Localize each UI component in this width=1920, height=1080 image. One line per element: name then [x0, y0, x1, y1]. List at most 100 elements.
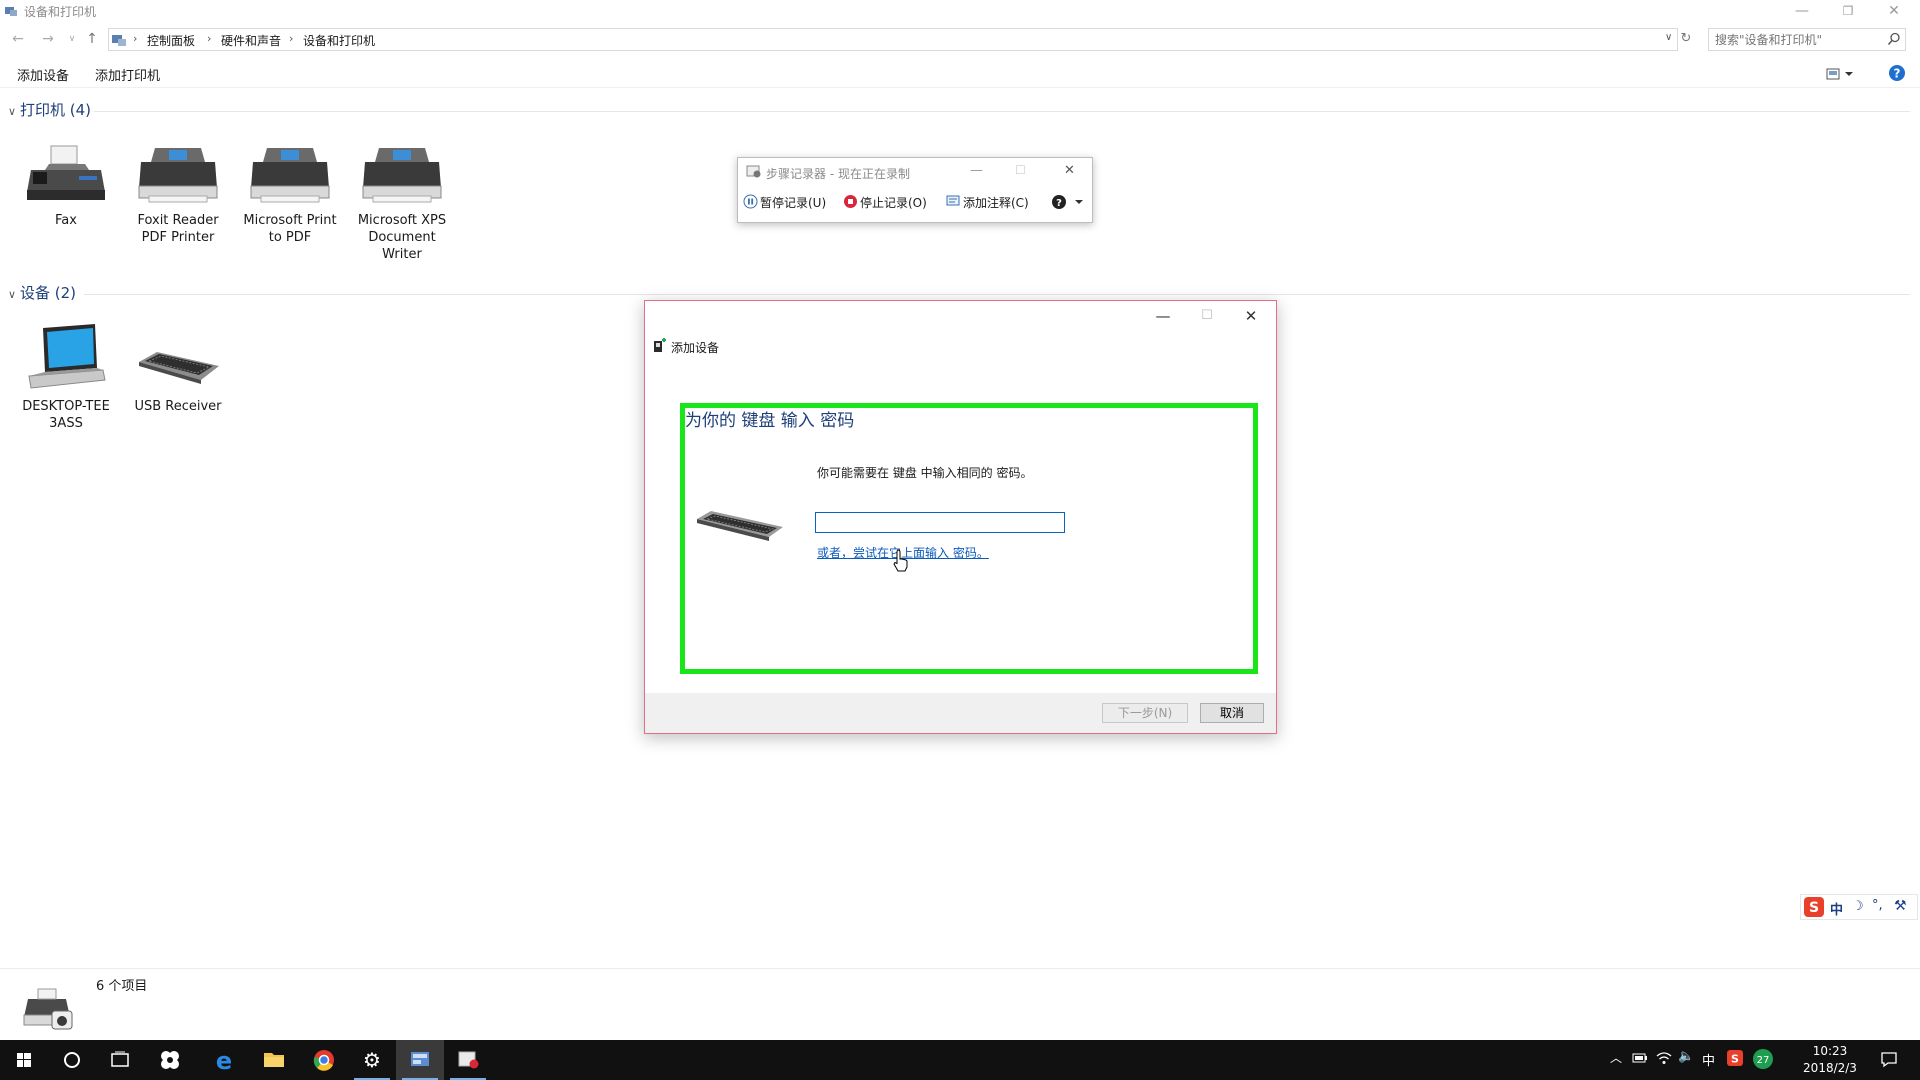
minimize-icon[interactable]: — [1780, 0, 1824, 22]
collapse-chevron-icon: ∨ [8, 288, 17, 301]
stop-record-icon[interactable] [843, 194, 858, 209]
printers-group-title: 打印机 (4) [20, 101, 92, 119]
sogou-tray-icon[interactable]: S [1726, 1049, 1744, 1067]
command-bar: 添加设备 添加打印机 ? [0, 60, 1920, 88]
device-tile-usb-receiver[interactable]: USB Receiver [128, 322, 228, 415]
add-comment-button[interactable]: 添加注释(C) [963, 194, 1029, 211]
ime-toolbar: S 中 ☽ °, ⚒ [1800, 894, 1918, 920]
breadcrumb-separator-icon: › [133, 32, 138, 45]
svg-text:e: e [216, 1047, 232, 1075]
printer-icon [247, 140, 333, 206]
file-explorer-icon[interactable] [250, 1040, 298, 1080]
printers-group-header[interactable]: ∨ 打印机 (4) [8, 99, 91, 120]
moon-icon[interactable]: ☽ [1852, 899, 1864, 914]
add-device-dialog: — ☐ ✕ 添加设备 为你的 键盘 输入 密码 你可能需要在 键盘 中输入相同的… [644, 300, 1277, 734]
view-options-icon[interactable] [1826, 67, 1856, 81]
steps-recorder-taskbar-icon[interactable] [444, 1040, 492, 1080]
volume-icon[interactable]: 🔈 [1678, 1049, 1694, 1064]
printer-tile-foxit[interactable]: Foxit Reader PDF Printer [128, 140, 228, 246]
maximize-icon: ☐ [1201, 308, 1213, 323]
close-icon[interactable]: ✕ [1064, 163, 1075, 178]
forward-arrow-icon[interactable]: → [38, 29, 58, 49]
clock-time: 10:23 [1812, 1044, 1848, 1058]
wrench-icon[interactable]: ⚒ [1894, 898, 1907, 914]
next-button[interactable]: 下一步(N) [1102, 703, 1188, 723]
action-center-icon[interactable] [1880, 1050, 1898, 1068]
devices-group-title: 设备 (2) [20, 284, 77, 302]
pause-recording-button[interactable]: 暂停记录(U) [760, 194, 826, 211]
minimize-icon[interactable]: — [1143, 305, 1183, 327]
breadcrumb-separator-icon: › [289, 32, 294, 45]
add-printer-button[interactable]: 添加打印机 [95, 65, 160, 84]
edge-browser-icon[interactable]: e [200, 1040, 248, 1080]
breadcrumb-control-panel[interactable]: 控制面板 [147, 32, 195, 49]
breadcrumb-hardware-sound[interactable]: 硬件和声音 [221, 32, 281, 49]
control-panel-taskbar-icon[interactable] [396, 1040, 444, 1080]
back-arrow-icon[interactable]: ← [8, 29, 28, 49]
printer-icon [359, 140, 445, 206]
printer-tile-ms-print-pdf[interactable]: Microsoft Print to PDF [240, 140, 340, 246]
minimize-icon[interactable]: — [970, 163, 983, 178]
sogou-logo-icon[interactable]: S [1803, 896, 1827, 918]
close-icon[interactable]: ✕ [1231, 305, 1271, 327]
title-bar: 设备和打印机 — ❐ ✕ [0, 0, 1920, 22]
input-language-indicator[interactable]: 中 [1702, 1050, 1715, 1069]
printer-label: Foxit Reader PDF Printer [137, 213, 219, 245]
printer-tile-fax[interactable]: Fax [16, 140, 116, 229]
cortana-search-icon[interactable] [48, 1040, 96, 1080]
mouse-cursor-icon [893, 549, 909, 573]
wifi-icon[interactable] [1656, 1051, 1672, 1065]
battery-icon[interactable] [1632, 1052, 1648, 1064]
breadcrumb-devices-printers[interactable]: 设备和打印机 [303, 32, 375, 49]
maximize-icon: ☐ [1015, 163, 1026, 177]
steps-recorder-window: 步骤记录器 - 现在正在录制 — ☐ ✕ 暂停记录(U) 停止记录(O) 添加注… [737, 157, 1093, 223]
help-icon[interactable]: ? [1888, 64, 1906, 82]
punctuation-icon[interactable]: °, [1872, 898, 1883, 913]
fax-icon [23, 140, 109, 206]
app-icon-butterfly[interactable] [146, 1040, 194, 1080]
svg-text:?: ? [1056, 198, 1062, 209]
system-clock[interactable]: 10:23 2018/2/3 [1800, 1043, 1860, 1077]
laptop-icon [23, 322, 109, 392]
refresh-icon[interactable]: ↻ [1676, 29, 1696, 49]
pause-icon[interactable] [743, 194, 758, 209]
close-icon[interactable]: ✕ [1872, 0, 1916, 22]
address-bar[interactable]: › 控制面板 › 硬件和声音 › 设备和打印机 ∨ [108, 28, 1678, 51]
clock-date: 2018/2/3 [1803, 1061, 1857, 1075]
app-icon [4, 4, 18, 18]
steps-recorder-icon [746, 165, 762, 179]
svg-text:S: S [1809, 900, 1819, 916]
keyboard-icon [135, 322, 221, 392]
help-icon[interactable]: ? [1051, 194, 1067, 210]
cancel-button[interactable]: 取消 [1200, 703, 1264, 723]
add-comment-icon[interactable] [946, 195, 962, 208]
up-arrow-icon[interactable]: ↑ [82, 29, 102, 49]
add-device-button[interactable]: 添加设备 [17, 65, 69, 84]
dialog-heading: 为你的 键盘 输入 密码 [685, 411, 855, 431]
ime-language-toggle[interactable]: 中 [1830, 899, 1843, 918]
printer-label: Fax [55, 213, 77, 228]
task-view-icon[interactable] [96, 1040, 144, 1080]
search-input[interactable] [1715, 30, 1885, 50]
device-label: DESKTOP-TEE3ASS [22, 399, 110, 431]
tray-overflow-chevron-icon[interactable]: ︿ [1610, 1049, 1622, 1066]
search-box[interactable] [1708, 28, 1906, 51]
group-divider [84, 294, 1910, 295]
svg-text:S: S [1731, 1053, 1739, 1066]
dropdown-chevron-icon[interactable] [1074, 198, 1084, 206]
pin-input[interactable] [815, 512, 1065, 533]
printer-icon [135, 140, 221, 206]
devices-group-header[interactable]: ∨ 设备 (2) [8, 282, 76, 303]
tray-badge-icon[interactable]: 27 [1752, 1048, 1774, 1070]
search-icon[interactable] [1887, 32, 1901, 46]
recent-chevron-icon[interactable]: ∨ [62, 29, 82, 49]
stop-recording-button[interactable]: 停止记录(O) [860, 194, 927, 211]
device-tile-desktop[interactable]: DESKTOP-TEE3ASS [16, 322, 116, 432]
chrome-browser-icon[interactable] [300, 1040, 348, 1080]
settings-gear-icon[interactable]: ⚙ [348, 1040, 396, 1080]
start-windows-icon[interactable] [0, 1040, 48, 1080]
dropdown-chevron-icon[interactable]: ∨ [1665, 32, 1672, 43]
add-device-icon [653, 338, 667, 354]
printer-tile-ms-xps[interactable]: Microsoft XPS Document Writer [352, 140, 452, 263]
restore-icon[interactable]: ❐ [1826, 0, 1870, 22]
